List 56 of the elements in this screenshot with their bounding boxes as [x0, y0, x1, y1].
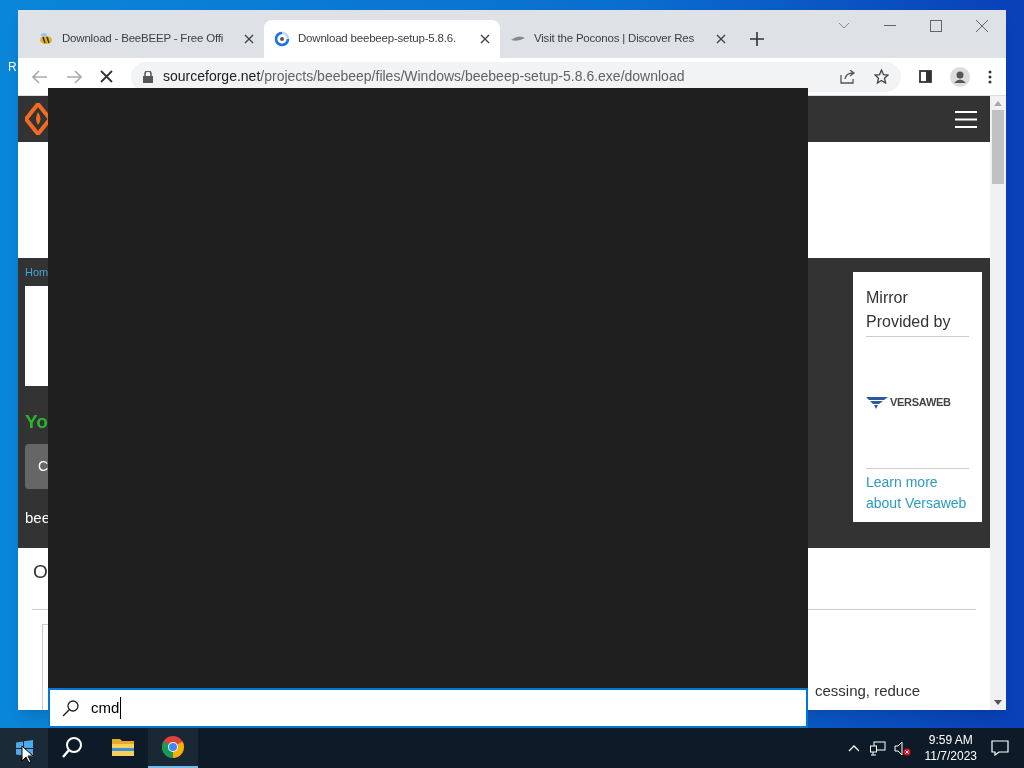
versaweb-logo[interactable]: VERSAWEB	[866, 394, 951, 411]
new-tab-icon[interactable]	[750, 32, 764, 46]
share-icon[interactable]	[840, 69, 856, 84]
stop-icon[interactable]	[100, 70, 113, 83]
file-name: bee	[25, 508, 51, 528]
network-icon[interactable]	[869, 740, 886, 756]
search-icon	[62, 699, 79, 717]
taskbar-app[interactable]	[148, 728, 198, 768]
browser-tab[interactable]: Download - BeeBEEP - Free Offi	[28, 20, 264, 58]
section-heading: O	[32, 560, 49, 584]
search-field[interactable]: cmd	[48, 688, 808, 728]
menu-icon[interactable]	[955, 110, 977, 128]
mouse-cursor-icon	[21, 745, 33, 764]
wing-logo-icon	[866, 396, 888, 409]
address-bar[interactable]: sourceforge.net/projects/beebeep/files/Windows/beebeep-setup-5.8.6.exe/download	[131, 61, 901, 92]
breadcrumb-link[interactable]: Hom	[25, 264, 51, 281]
tab-title: Visit the Poconos | Discover Res	[534, 31, 695, 47]
leaf-icon	[510, 34, 526, 44]
time-text: 9:59 AM	[928, 732, 973, 748]
muted-speaker-icon[interactable]	[893, 740, 911, 756]
desktop-icon-label: R	[8, 59, 17, 76]
url-text: sourceforge.net/projects/beebeep/files/Windows/beebeep-setup-5.8.6.exe/download	[163, 67, 685, 86]
browser-tab[interactable]: Download beebeep-setup-5.8.6.	[264, 20, 500, 58]
browser-tab[interactable]: Visit the Poconos | Discover Res	[500, 20, 736, 58]
start-button[interactable]	[0, 728, 48, 768]
action-button[interactable]: C	[25, 444, 48, 489]
search-icon	[61, 735, 85, 759]
menu-icon[interactable]	[988, 69, 992, 84]
scroll-down-icon[interactable]	[994, 700, 1002, 705]
maximize-icon[interactable]	[930, 20, 942, 32]
mirror-title: Mirror Provided by	[866, 286, 969, 337]
close-icon[interactable]	[976, 20, 988, 32]
chrome-icon	[161, 735, 185, 759]
chevron-down-icon[interactable]	[838, 22, 850, 30]
profile-icon[interactable]	[950, 66, 970, 87]
scrollbar[interactable]	[990, 96, 1006, 710]
diamond-logo-icon[interactable]	[25, 103, 51, 135]
folder-icon	[111, 737, 135, 757]
scroll-thumb[interactable]	[992, 110, 1004, 184]
date-text: 11/7/2023	[924, 748, 977, 764]
bee-icon	[38, 31, 54, 47]
tab-title: Download beebeep-setup-5.8.6.	[298, 31, 457, 47]
close-icon[interactable]	[480, 34, 490, 44]
side-panel-icon[interactable]	[919, 70, 932, 83]
loading-spinner-icon	[274, 31, 290, 47]
chevron-up-icon[interactable]	[847, 744, 860, 752]
lock-icon	[143, 70, 153, 83]
star-icon[interactable]	[874, 69, 889, 84]
heading: Yo	[25, 409, 49, 434]
close-icon[interactable]	[244, 34, 254, 44]
tab-title: Download - BeeBEEP - Free Offi	[62, 31, 225, 47]
clock[interactable]: 9:59 AM 11/7/2023	[924, 732, 977, 764]
notification-icon[interactable]	[991, 740, 1009, 756]
minimize-icon[interactable]	[884, 25, 896, 27]
body-text: cessing, reduce	[815, 680, 921, 701]
close-icon[interactable]	[716, 34, 726, 44]
